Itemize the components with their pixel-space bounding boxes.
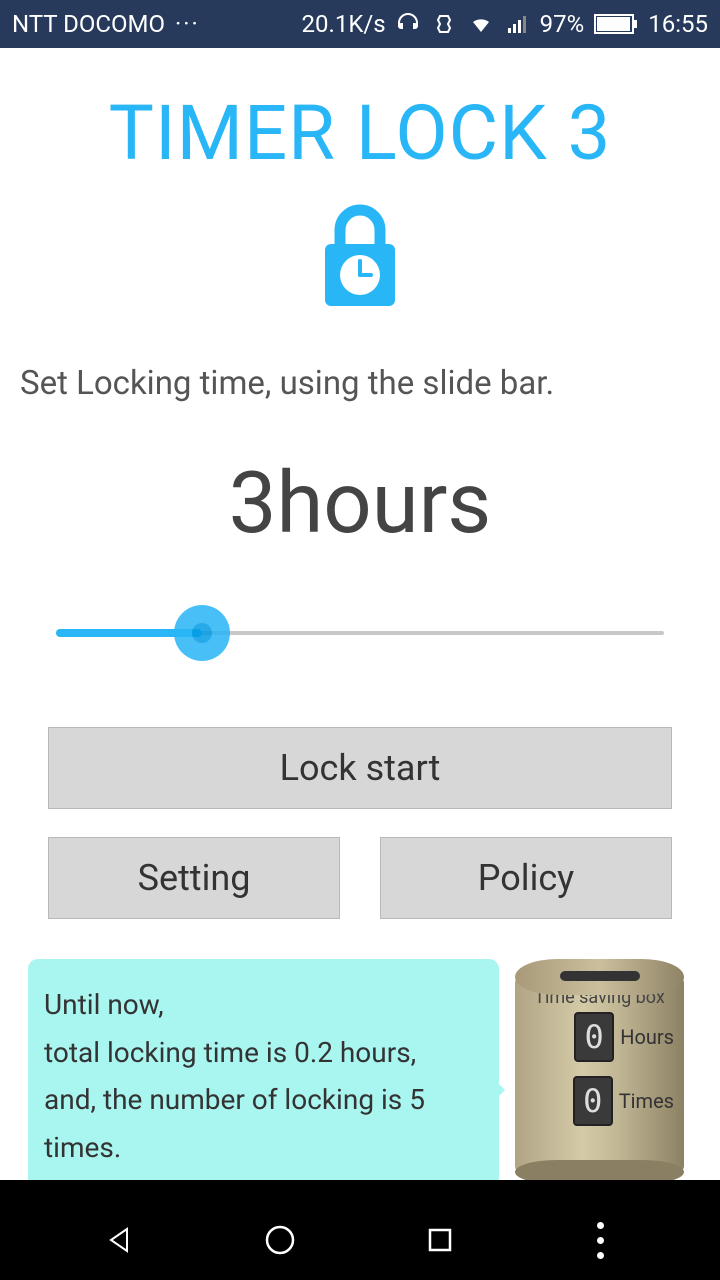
times-unit: Times — [619, 1089, 674, 1113]
home-circle-icon — [264, 1224, 296, 1256]
hours-digit: 0 — [574, 1012, 614, 1062]
policy-button[interactable]: Policy — [380, 837, 672, 919]
clock-label: 16:55 — [648, 10, 708, 38]
times-digit: 0 — [573, 1076, 613, 1126]
wifi-icon — [468, 12, 494, 36]
recent-button[interactable] — [410, 1210, 470, 1270]
dot-icon — [597, 1252, 604, 1259]
battery-percent: 97% — [540, 10, 585, 38]
stats-line2: total locking time is 0.2 hours, — [44, 1029, 483, 1077]
signal-icon — [506, 12, 530, 36]
recent-square-icon — [426, 1226, 454, 1254]
menu-button[interactable] — [570, 1210, 630, 1270]
battery-icon — [594, 14, 638, 34]
stats-line3: and, the number of locking is 5 times. — [44, 1076, 483, 1171]
setting-button[interactable]: Setting — [48, 837, 340, 919]
carrier-label: NTT DOCOMO — [12, 10, 165, 38]
stats-line1: Until now, — [44, 981, 483, 1029]
home-button[interactable] — [250, 1210, 310, 1270]
network-speed: 20.1K/s — [302, 10, 386, 38]
more-dots-icon: ··· — [175, 10, 200, 38]
time-display: 3hours — [20, 453, 700, 553]
hours-unit: Hours — [620, 1025, 674, 1049]
headphones-icon — [396, 12, 420, 36]
lock-time-slider[interactable] — [56, 603, 664, 663]
back-triangle-icon — [105, 1225, 135, 1255]
stats-bubble: Until now, total locking time is 0.2 hou… — [28, 959, 499, 1193]
navigation-bar — [0, 1200, 720, 1280]
lock-start-button[interactable]: Lock start — [48, 727, 672, 809]
dot-icon — [597, 1222, 604, 1229]
slider-thumb[interactable] — [174, 605, 230, 661]
lock-clock-icon — [315, 202, 405, 312]
status-bar: NTT DOCOMO ··· 20.1K/s 97% 16:55 — [0, 0, 720, 48]
vibrate-icon — [432, 12, 456, 36]
time-saving-box: Time saving box 0 Hours 0 Times — [507, 959, 692, 1184]
instruction-text: Set Locking time, using the slide bar. — [20, 364, 700, 403]
dot-icon — [597, 1237, 604, 1244]
back-button[interactable] — [90, 1210, 150, 1270]
black-bar — [0, 1180, 720, 1200]
app-title: TIMER LOCK 3 — [20, 88, 700, 178]
